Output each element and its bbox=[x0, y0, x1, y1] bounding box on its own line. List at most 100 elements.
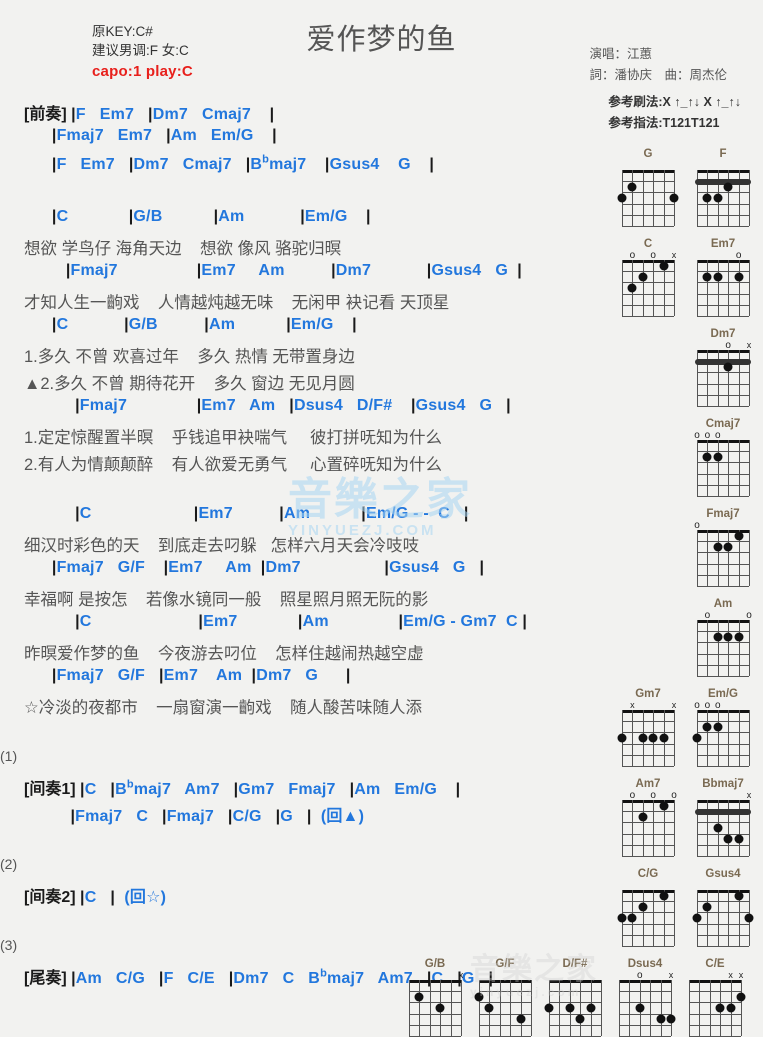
finger-dot bbox=[516, 1014, 526, 1024]
fret-line bbox=[409, 1013, 461, 1015]
string-line bbox=[660, 980, 662, 1036]
nut bbox=[479, 980, 531, 983]
fretboard-grid bbox=[622, 800, 675, 857]
chord-diagram: C/G bbox=[617, 868, 679, 947]
fret-line bbox=[622, 811, 674, 813]
fret-line bbox=[549, 1002, 601, 1004]
chord-diagram-name: Cmaj7 bbox=[705, 418, 741, 430]
chord-open-mute-marks bbox=[692, 161, 754, 170]
chord-diagram: Am7 o o o bbox=[617, 778, 679, 857]
string-line bbox=[697, 530, 698, 586]
chord-diagram-name: C bbox=[643, 238, 653, 250]
fretboard-grid bbox=[697, 440, 750, 497]
chord-diagram-name: Gsus4 bbox=[705, 868, 741, 880]
chord-open-mute-marks bbox=[474, 971, 536, 980]
string-line bbox=[728, 710, 730, 766]
finger-dot bbox=[544, 1003, 554, 1013]
fret-line bbox=[697, 473, 749, 475]
fret-line bbox=[697, 642, 749, 644]
fret-line bbox=[622, 934, 674, 936]
chord-diagram-name: Am bbox=[713, 598, 733, 610]
fret-line bbox=[697, 923, 749, 925]
fret-line bbox=[622, 721, 674, 723]
chord-diagram-name: Em/G bbox=[707, 688, 739, 700]
fret-line bbox=[622, 304, 674, 306]
string-line bbox=[601, 980, 602, 1036]
chord-row: |Fmaj7 C |Fmaj7 |C/G |G | (回▲) bbox=[0, 802, 600, 829]
fretboard-grid bbox=[697, 260, 750, 317]
chord-row: [前奏] |F Em7 |Dm7 Cmaj7 | bbox=[0, 100, 600, 127]
fret-line bbox=[622, 946, 674, 947]
fret-line bbox=[697, 552, 749, 554]
finger-dot bbox=[734, 531, 744, 541]
string-line bbox=[642, 260, 644, 316]
fret-line bbox=[622, 203, 674, 205]
chord-diagram: Cx o o bbox=[617, 238, 679, 317]
string-line bbox=[749, 710, 750, 766]
nut bbox=[622, 170, 674, 173]
section-label: [间奏1] bbox=[24, 781, 81, 798]
fret-line bbox=[697, 743, 749, 745]
chord-diagram: Dm7 x o bbox=[692, 328, 754, 407]
fret-line bbox=[622, 856, 674, 857]
finger-dot bbox=[713, 722, 723, 732]
finger-dot bbox=[713, 632, 723, 642]
lyric-row: 2.有人为情颠颠醉 有人欲爱无勇气 心置碎呒知为什么 bbox=[0, 451, 600, 478]
chord-diagram-name: Am7 bbox=[635, 778, 661, 790]
finger-dot bbox=[702, 722, 712, 732]
string-line bbox=[728, 620, 730, 676]
chord-diagram-name: G/B bbox=[424, 958, 446, 970]
string-line bbox=[520, 980, 522, 1036]
string-line bbox=[728, 260, 730, 316]
fretboard-grid bbox=[695, 170, 751, 227]
string-line bbox=[749, 620, 750, 676]
capo-info: capo:1 play:C bbox=[92, 63, 193, 80]
lyric-row: 想欲 学鸟仔 海角天边 想欲 像风 骆驼归暝 bbox=[0, 235, 600, 262]
fret-line bbox=[697, 214, 749, 216]
chord-open-mute-marks: xoo bbox=[617, 250, 679, 261]
chord-diagram-name: G/F bbox=[495, 958, 515, 970]
finger-dot bbox=[586, 1003, 596, 1013]
chord-open-mute-marks: xx bbox=[684, 971, 746, 980]
chord-open-mute-marks bbox=[617, 881, 679, 890]
chord-text: |C |G/B |Am |Em/G | bbox=[51, 316, 357, 333]
string-open-mark: o bbox=[671, 790, 677, 801]
string-line bbox=[697, 620, 698, 676]
fret-line bbox=[697, 766, 749, 767]
string-line bbox=[632, 800, 634, 856]
fret-line bbox=[622, 754, 674, 756]
chord-diagram-name: D/F# bbox=[562, 958, 588, 970]
string-line bbox=[653, 800, 655, 856]
finger-dot bbox=[702, 902, 712, 912]
string-open-mark: o bbox=[650, 790, 656, 801]
chord-diagram: G/B x bbox=[404, 958, 466, 1037]
fretboard-grid bbox=[617, 890, 675, 947]
string-line bbox=[709, 980, 711, 1036]
lyric-row: ☆冷淡的夜都市 一扇窗演一齣戏 随人酸苦味随人添 bbox=[0, 694, 600, 721]
string-open-mark: o bbox=[694, 700, 700, 711]
fret-line bbox=[622, 822, 674, 824]
string-line bbox=[697, 260, 698, 316]
string-mute-mark: x bbox=[630, 700, 635, 710]
finger-dot bbox=[713, 823, 723, 833]
chord-diagram-name: Dm7 bbox=[710, 328, 736, 340]
string-line bbox=[738, 620, 740, 676]
chord-row: |C |Em7 |Am |Em/G - - C | bbox=[0, 505, 600, 532]
string-mute-mark: x bbox=[671, 250, 677, 260]
finger-dot bbox=[627, 182, 637, 192]
fretboard-grid bbox=[689, 980, 746, 1037]
chord-diagram-name: Fmaj7 bbox=[706, 508, 740, 520]
finger-dot bbox=[713, 193, 723, 203]
fret-line bbox=[622, 192, 674, 194]
section-label: [前奏] bbox=[24, 106, 72, 123]
fret-line bbox=[697, 484, 749, 486]
lyric-row: 1.多久 不曾 欢喜过年 多久 热情 无带置身边 bbox=[0, 343, 600, 370]
chord-open-mute-marks: ooo bbox=[692, 700, 754, 711]
string-mute-mark: x bbox=[671, 700, 677, 710]
chord-diagram: Gsus4 bbox=[692, 868, 754, 947]
chord-open-mute-marks: xx bbox=[617, 701, 679, 710]
chord-text: |C |Em7 |Am |Em/G - - C | bbox=[75, 505, 469, 522]
fret-line bbox=[697, 383, 749, 385]
finger-dot bbox=[744, 913, 754, 923]
string-line bbox=[738, 710, 740, 766]
